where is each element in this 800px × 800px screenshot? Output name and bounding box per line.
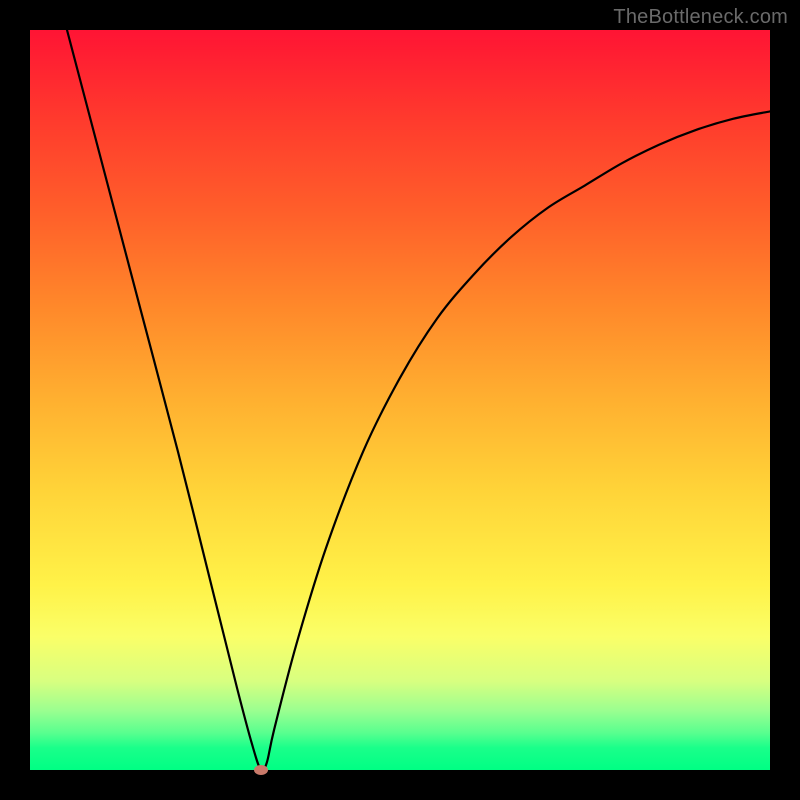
plot-area — [30, 30, 770, 770]
bottleneck-curve-path — [67, 30, 770, 770]
chart-frame: TheBottleneck.com — [0, 0, 800, 800]
watermark-text: TheBottleneck.com — [613, 6, 788, 29]
curve-svg — [30, 30, 770, 770]
minimum-marker — [254, 765, 268, 775]
